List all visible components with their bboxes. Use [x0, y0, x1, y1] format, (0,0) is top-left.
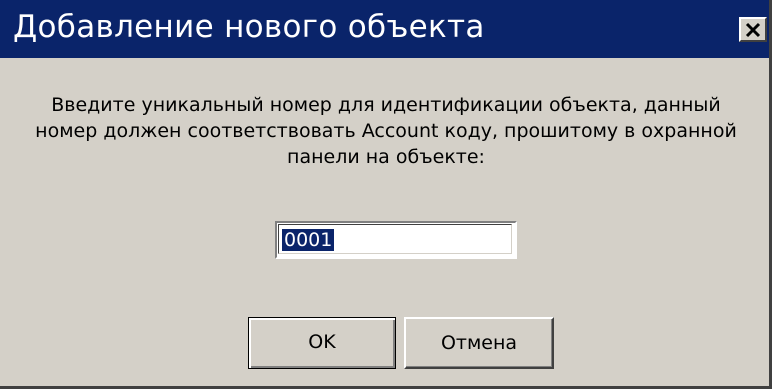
instruction-text: Введите уникальный номер для идентификац…: [22, 92, 750, 170]
close-icon: [745, 22, 761, 38]
ok-button[interactable]: OK: [248, 317, 396, 369]
instruction-line-3: панели на объекте:: [287, 146, 485, 168]
account-code-field-frame: 0001: [275, 221, 517, 259]
instruction-line-2: номер должен соответствовать Account код…: [35, 120, 737, 142]
close-button[interactable]: [739, 17, 767, 42]
add-object-dialog: Добавление нового объекта Введите уникал…: [0, 0, 772, 389]
window-title: Добавление нового объекта: [13, 9, 485, 45]
title-bar[interactable]: Добавление нового объекта: [0, 0, 769, 58]
instruction-line-1: Введите уникальный номер для идентификац…: [51, 94, 721, 116]
cancel-button[interactable]: Отмена: [404, 317, 554, 369]
account-code-input[interactable]: [278, 224, 512, 254]
